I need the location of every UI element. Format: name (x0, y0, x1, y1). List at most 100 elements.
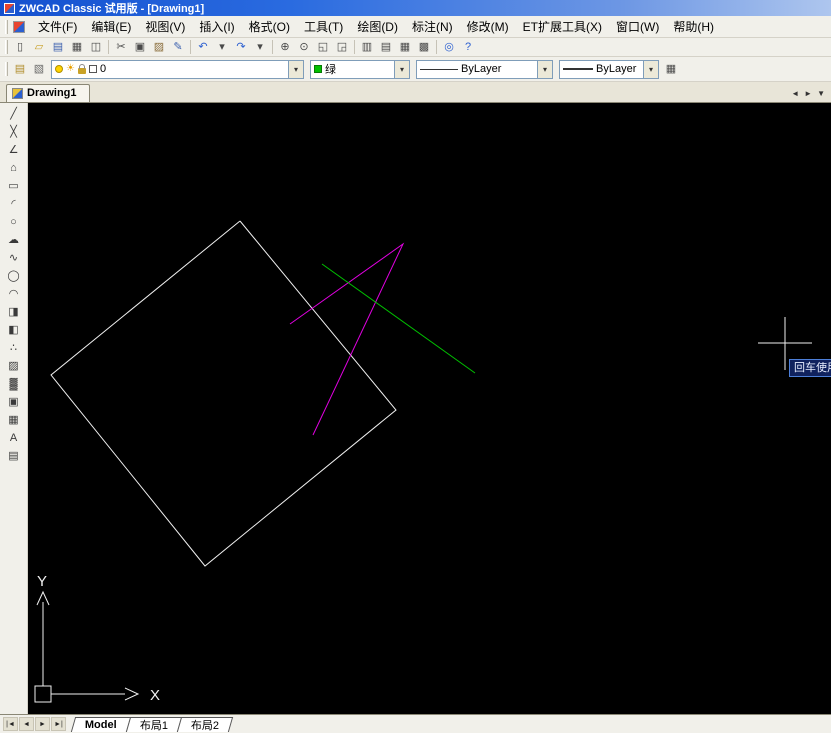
toolbar-button-properties-palette[interactable]: ▦ (662, 61, 680, 77)
layout-nav-group: |◄ ◄ ► ►| (0, 717, 69, 731)
draw-tool-polyline[interactable]: ∠ (4, 142, 24, 159)
file-group: ▯ ▱ ▤ ▦ ◫ (11, 39, 105, 55)
menu-item-insert[interactable]: 插入(I) (192, 15, 241, 38)
toolbar-separator (354, 40, 355, 54)
draw-toolbar: ╱ ╳ ∠ ⌂ ▭ ◜ ○ ☁ ∿ ◯ ◠ ◨ ◧ ∴ ▨ ▓ ▣ ▦ A ▤ (0, 103, 28, 714)
toolbar-button-match-properties[interactable]: ✎ (169, 39, 187, 55)
toolbar-button-sheet-set[interactable]: ▥ (358, 39, 376, 55)
toolbar-grip (5, 19, 8, 34)
doc-tab-label: Drawing1 (27, 87, 77, 99)
tab-scroll-left-icon[interactable]: ◄ (791, 90, 799, 98)
color-select[interactable]: 绿 ▾ (310, 59, 410, 79)
draw-tool-mtext[interactable]: A (4, 430, 24, 447)
draw-tool-image[interactable]: ▤ (4, 448, 24, 465)
draw-tool-hatch[interactable]: ▨ (4, 358, 24, 375)
draw-tool-construction-line[interactable]: ╳ (4, 124, 24, 141)
color-name: 绿 (325, 64, 336, 76)
tab-model[interactable]: Model (70, 716, 131, 732)
layer-color-swatch (88, 65, 97, 73)
linetype-select[interactable]: ByLayer ▾ (416, 59, 553, 79)
toolbar-button-help[interactable]: ? (459, 39, 477, 55)
layout-nav-button-last[interactable]: ►| (51, 717, 66, 731)
dropdown-arrow-icon[interactable]: ▾ (394, 60, 409, 78)
clipboard-group: ✂ ▣ ▨ ✎ (112, 39, 187, 55)
tab-layout1[interactable]: 布局1 (125, 716, 183, 732)
draw-tool-table[interactable]: ▦ (4, 412, 24, 429)
draw-tool-arc[interactable]: ◜ (4, 196, 24, 213)
dropdown-arrow-icon[interactable]: ▾ (288, 60, 303, 78)
dropdown-arrow-icon[interactable]: ▾ (537, 60, 552, 78)
layout-nav-button-prev[interactable]: ◄ (19, 717, 34, 731)
menu-item-dimension[interactable]: 标注(N) (405, 15, 460, 38)
entity-magenta-polyline[interactable] (289, 242, 405, 436)
sheet-group: ▥ ▤ ▦ ▩ (358, 39, 433, 55)
toolbar-button-copy[interactable]: ▣ (131, 39, 149, 55)
layer-name: 0 (99, 63, 107, 75)
layout-nav-button-first[interactable]: |◄ (3, 717, 18, 731)
menu-item-view[interactable]: 视图(V) (138, 15, 192, 38)
toolbar-button-layer-states[interactable]: ▧ (30, 61, 48, 77)
draw-tool-spline[interactable]: ∿ (4, 250, 24, 267)
layer-select[interactable]: ☀ 0 ▾ (51, 59, 304, 79)
entity-green-line[interactable] (321, 263, 476, 374)
toolbar-button-table-style[interactable]: ▩ (415, 39, 433, 55)
toolbar-button-save[interactable]: ▤ (49, 39, 67, 55)
ucs-x-arrowhead (124, 687, 140, 701)
toolbar-grip (5, 62, 8, 76)
ucs-x-label: X (150, 687, 160, 704)
menu-item-modify[interactable]: 修改(M) (460, 15, 516, 38)
toolbar-button-zoom-realtime[interactable]: ⊙ (295, 39, 313, 55)
tab-scroll-right-icon[interactable]: ► (804, 90, 812, 98)
toolbar-button-open[interactable]: ▱ (30, 39, 48, 55)
layer-unlock-icon (77, 63, 86, 74)
toolbar-button-paste[interactable]: ▨ (150, 39, 168, 55)
toolbar-button-undo[interactable]: ↶ (194, 39, 212, 55)
menu-item-edit[interactable]: 编辑(E) (84, 15, 138, 38)
toolbar-button-field[interactable]: ▦ (396, 39, 414, 55)
menu-item-window[interactable]: 窗口(W) (609, 15, 666, 38)
drawing-canvas[interactable]: Y X 回车使用 (28, 103, 831, 714)
toolbar-button-zoom-window[interactable]: ◱ (314, 39, 332, 55)
toolbar-separator (108, 40, 109, 54)
draw-tool-revision-cloud[interactable]: ☁ (4, 232, 24, 249)
menu-item-format[interactable]: 格式(O) (242, 15, 297, 38)
toolbar-button-pan[interactable]: ⊕ (276, 39, 294, 55)
draw-tool-region[interactable]: ▣ (4, 394, 24, 411)
draw-tool-circle[interactable]: ○ (4, 214, 24, 231)
ucs-origin-box (34, 685, 52, 703)
toolbar-button-print[interactable]: ▦ (68, 39, 86, 55)
draw-tool-ellipse-arc[interactable]: ◠ (4, 286, 24, 303)
draw-tool-line[interactable]: ╱ (4, 106, 24, 123)
draw-tool-ellipse[interactable]: ◯ (4, 268, 24, 285)
draw-tool-rectangle[interactable]: ▭ (4, 178, 24, 195)
toolbar-button-layers[interactable]: ▤ (11, 61, 29, 77)
toolbar-button-zoom-find[interactable]: ◎ (440, 39, 458, 55)
menu-item-help[interactable]: 帮助(H) (666, 15, 721, 38)
dropdown-arrow-icon[interactable]: ▾ (643, 60, 658, 78)
draw-tool-polygon[interactable]: ⌂ (4, 160, 24, 177)
toolbar-button-redo[interactable]: ↷ (232, 39, 250, 55)
toolbar-button-cut[interactable]: ✂ (112, 39, 130, 55)
toolbar-button-preview[interactable]: ◫ (87, 39, 105, 55)
draw-tool-point[interactable]: ∴ (4, 340, 24, 357)
menu-item-draw[interactable]: 绘图(D) (350, 15, 405, 38)
tab-layout2[interactable]: 布局2 (176, 716, 234, 732)
tab-label: 布局2 (190, 719, 219, 732)
layout-nav-button-next[interactable]: ► (35, 717, 50, 731)
entity-square[interactable] (50, 220, 397, 567)
toolbar-separator (190, 40, 191, 54)
toolbar-button-undo-caret[interactable]: ▾ (213, 39, 231, 55)
toolbar-button-markup[interactable]: ▤ (377, 39, 395, 55)
toolbar-button-new[interactable]: ▯ (11, 39, 29, 55)
draw-tool-make-block[interactable]: ◧ (4, 322, 24, 339)
tab-drawing1[interactable]: Drawing1 (6, 84, 90, 102)
toolbar-button-redo-caret[interactable]: ▾ (251, 39, 269, 55)
menu-item-tools[interactable]: 工具(T) (297, 15, 350, 38)
menu-item-et-tools[interactable]: ET扩展工具(X) (516, 15, 609, 38)
draw-tool-insert-block[interactable]: ◨ (4, 304, 24, 321)
tab-menu-icon[interactable]: ▼ (817, 90, 825, 98)
toolbar-button-zoom-previous[interactable]: ◲ (333, 39, 351, 55)
lineweight-select[interactable]: ByLayer ▾ (559, 59, 659, 79)
menu-item-file[interactable]: 文件(F) (31, 15, 84, 38)
draw-tool-gradient[interactable]: ▓ (4, 376, 24, 393)
